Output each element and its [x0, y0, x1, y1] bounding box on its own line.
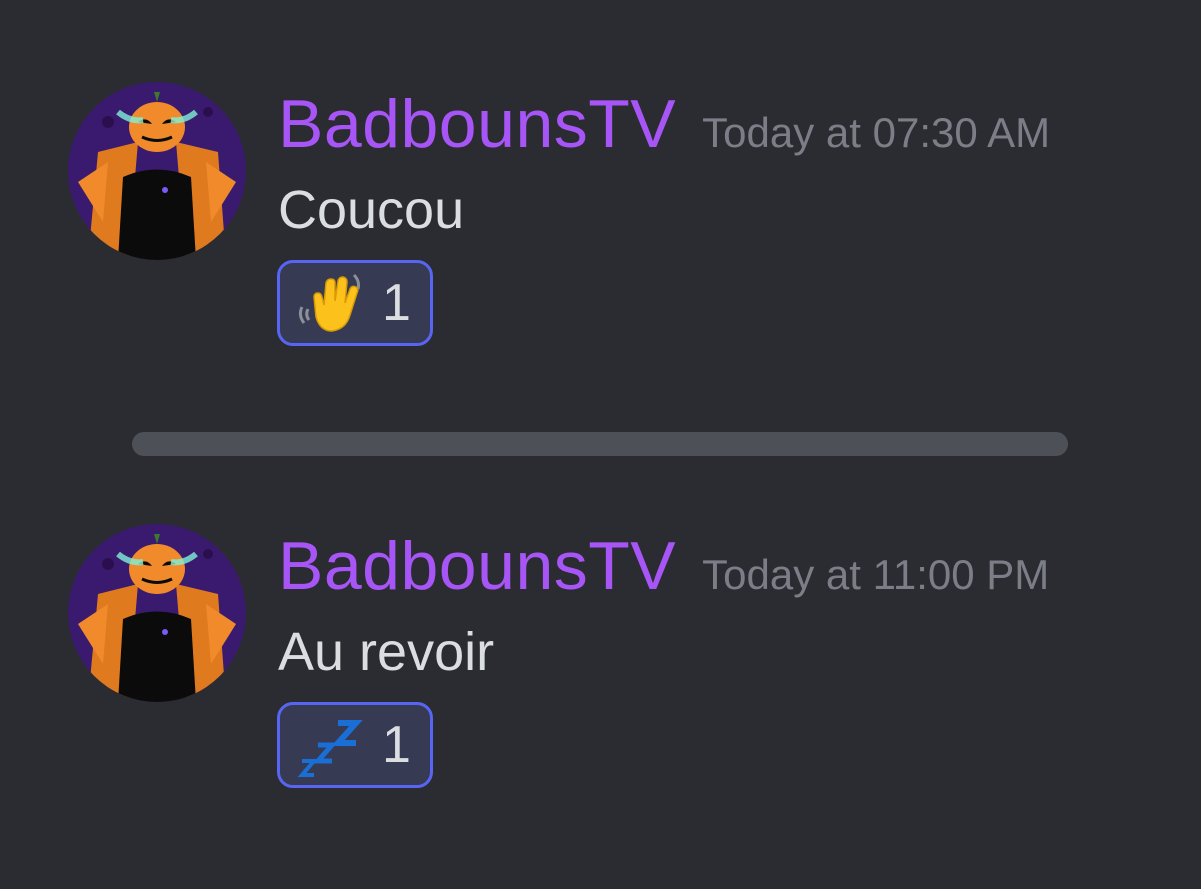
message-content: Coucou	[278, 180, 465, 240]
reaction-button[interactable]: 1	[277, 702, 433, 788]
avatar[interactable]	[68, 524, 246, 702]
timestamp: Today at 07:30 AM	[702, 109, 1051, 156]
message-header: BadbounsTV Today at 11:00 PM	[278, 526, 1049, 606]
chat-log: BadbounsTV Today at 07:30 AM Coucou 1 Ba…	[0, 0, 1201, 889]
avatar-image	[68, 524, 246, 702]
reaction-count: 1	[382, 716, 411, 774]
timestamp: Today at 11:00 PM	[702, 551, 1050, 598]
message-content: Au revoir	[278, 622, 495, 682]
zzz-sleeping-icon	[294, 709, 366, 781]
message-item: BadbounsTV Today at 11:00 PM Au revoir 1	[0, 442, 1201, 788]
avatar-image	[68, 82, 246, 260]
message-header: BadbounsTV Today at 07:30 AM	[278, 84, 1050, 164]
waving-hand-icon	[294, 267, 366, 339]
username[interactable]: BadbounsTV	[278, 84, 676, 164]
reaction-button[interactable]: 1	[277, 260, 433, 346]
message-item: BadbounsTV Today at 07:30 AM Coucou 1	[0, 0, 1201, 346]
avatar[interactable]	[68, 82, 246, 260]
reaction-count: 1	[382, 274, 411, 332]
username[interactable]: BadbounsTV	[278, 526, 676, 606]
